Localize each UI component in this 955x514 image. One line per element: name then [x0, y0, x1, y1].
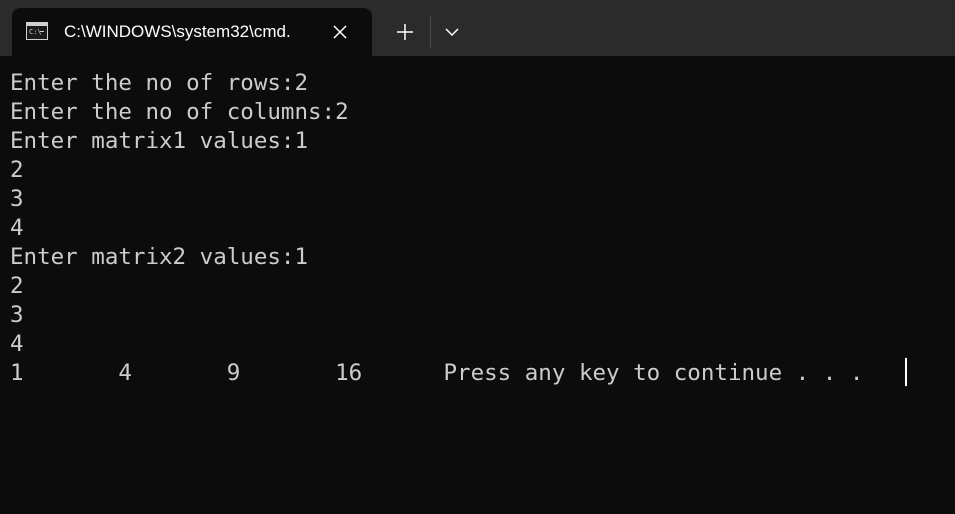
svg-text:C:\: C:\ [29, 28, 42, 36]
console-line: 4 [10, 331, 24, 357]
console-output[interactable]: Enter the no of rows:2 Enter the no of c… [0, 56, 955, 514]
chevron-down-icon[interactable] [438, 18, 466, 46]
toolbar-divider [430, 16, 431, 48]
cmd-icon: C:\ [26, 22, 48, 40]
console-line: 2 [10, 157, 24, 183]
console-line: Enter matrix1 values:1 [10, 128, 309, 154]
close-icon[interactable] [328, 20, 352, 44]
console-line: 1 4 9 16 Press any key to continue . . . [10, 360, 877, 386]
console-line: 3 [10, 302, 24, 328]
console-line: 2 [10, 273, 24, 299]
title-bar: C:\ C:\WINDOWS\system32\cmd. [0, 0, 955, 56]
console-line: Enter matrix2 values:1 [10, 244, 309, 270]
console-line: Enter the no of columns:2 [10, 99, 349, 125]
terminal-window: C:\ C:\WINDOWS\system32\cmd. Enter the n… [0, 0, 955, 514]
tab-cmd[interactable]: C:\ C:\WINDOWS\system32\cmd. [12, 8, 372, 56]
text-cursor [905, 358, 907, 386]
tab-title: C:\WINDOWS\system32\cmd. [64, 22, 291, 41]
console-line: 4 [10, 215, 24, 241]
plus-icon[interactable] [391, 18, 419, 46]
console-line: Enter the no of rows:2 [10, 70, 309, 96]
console-line: 3 [10, 186, 24, 212]
